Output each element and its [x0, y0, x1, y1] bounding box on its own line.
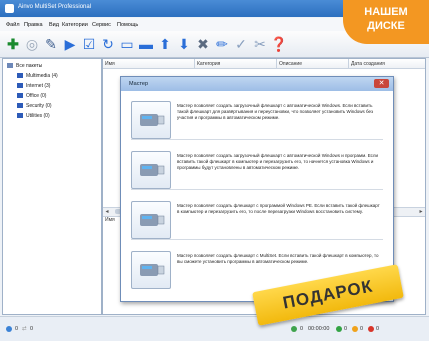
wizard-dialog: Мастер ✕ Мастер позволяет создать загруз… [120, 76, 394, 302]
disc-badge: НАШЕМ ДИСКЕ [343, 0, 429, 44]
menu-categories[interactable]: Категории [62, 22, 88, 28]
wizard-option-button[interactable] [131, 101, 171, 139]
usb-drive-icon [140, 114, 165, 126]
checkbox-icon[interactable]: ☑ [81, 36, 97, 52]
tree-label: Security (0) [26, 102, 52, 109]
status-count-b: 0 [30, 326, 34, 332]
wizard-option-windows-and-programs[interactable]: Мастер позволяет создать загрузочный фле… [131, 149, 383, 190]
tree-label: Все пакеты [16, 62, 43, 69]
wizard-option-button[interactable] [131, 201, 171, 239]
column-header-date[interactable]: Дата создания [349, 59, 425, 69]
folder-icon [17, 73, 23, 78]
usb-drive-icon [140, 214, 165, 226]
tree-item-security[interactable]: Security (0) [17, 102, 52, 109]
tree-label: Multimedia (4) [26, 72, 58, 79]
wizard-option-bootable-windows[interactable]: Мастер позволяет создать загрузочный фле… [131, 99, 383, 140]
wizard-option-text: Мастер позволяет создать флешкарт с прог… [177, 203, 380, 214]
status-ok-count: 0 [344, 326, 348, 332]
tree-item-multimedia[interactable]: Multimedia (4) [17, 72, 58, 79]
tree-item-internet[interactable]: Internet (3) [17, 82, 50, 89]
usb-drive-icon [140, 264, 165, 276]
app-icon [5, 4, 14, 13]
status-zero: 0 [300, 326, 304, 332]
status-bar: 0 ⇄ 0 0 00:00:00 0 0 0 [0, 316, 429, 341]
add-icon[interactable]: ✚ [5, 36, 21, 52]
screen-icon[interactable]: ▬ [138, 36, 154, 52]
disc-badge-line2: ДИСКЕ [367, 20, 405, 32]
wizard-option-windows-pe[interactable]: Мастер позволяет создать флешкарт с прог… [131, 199, 383, 240]
wizard-option-button[interactable] [131, 151, 171, 189]
monitor-icon[interactable]: ▭ [119, 36, 135, 52]
wrench-icon[interactable]: ✎ [43, 36, 59, 52]
info-icon [6, 326, 12, 332]
menu-edit[interactable]: Правка [24, 22, 43, 28]
lower-column-header-name[interactable]: Имя [103, 215, 115, 225]
arrow-up-icon[interactable]: ⬆ [157, 36, 173, 52]
error-icon [368, 326, 374, 332]
column-header-description[interactable]: Описание [277, 59, 349, 69]
tree-label: Office (0) [26, 92, 47, 99]
wizard-option-text: Мастер позволяет создать загрузочный фле… [177, 153, 379, 170]
status-count-a: 0 [15, 326, 19, 332]
column-header-category[interactable]: Категория [195, 59, 277, 69]
folder-icon [7, 63, 13, 68]
scroll-right-icon[interactable]: ▸ [417, 208, 425, 216]
menu-view[interactable]: Вид [49, 22, 59, 28]
check-icon[interactable]: ✓ [233, 36, 249, 52]
menu-help[interactable]: Помощь [117, 22, 138, 28]
ok-icon [336, 326, 342, 332]
window-title: Ainvo MultiSet Professional [18, 4, 92, 10]
arrow-down-icon[interactable]: ⬇ [176, 36, 192, 52]
play-icon[interactable]: ▶ [62, 36, 78, 52]
folder-icon [17, 103, 23, 108]
disc-badge-line1: НАШЕМ [364, 6, 408, 18]
status-time: 00:00:00 [308, 326, 330, 332]
tree-item-office[interactable]: Office (0) [17, 92, 46, 99]
refresh-icon[interactable]: ↻ [100, 36, 116, 52]
menu-file[interactable]: Файл [6, 22, 20, 28]
tree-item-all[interactable]: Все пакеты [7, 62, 42, 69]
wizard-option-button[interactable] [131, 251, 171, 289]
status-error-count: 0 [376, 326, 380, 332]
tools-icon[interactable]: ✂ [252, 36, 268, 52]
tree-item-utilities[interactable]: Utilities (0) [17, 112, 50, 119]
tree-label: Utilities (0) [26, 112, 50, 119]
folder-icon [17, 113, 23, 118]
dialog-title: Мастер [129, 81, 149, 87]
download-icon [291, 326, 297, 332]
delete-icon[interactable]: ✖ [195, 36, 211, 52]
pencil-icon[interactable]: ✏ [214, 36, 230, 52]
divider-icon: ⇄ [22, 326, 27, 332]
category-tree: Все пакеты Multimedia (4) Internet (3) O… [2, 58, 102, 315]
folder-icon [17, 93, 23, 98]
usb-drive-icon [140, 164, 165, 176]
globe-icon[interactable]: ◎ [24, 36, 40, 52]
warning-icon [352, 326, 358, 332]
folder-icon [17, 83, 23, 88]
help-icon[interactable]: ❓ [270, 36, 287, 52]
tree-label: Internet (3) [26, 82, 51, 89]
menu-service[interactable]: Сервис [92, 22, 111, 28]
column-header-name[interactable]: Имя [103, 59, 195, 69]
dialog-title-bar[interactable]: Мастер ✕ [121, 77, 393, 91]
wizard-option-text: Мастер позволяет создать флешкарт с Mult… [177, 253, 379, 264]
status-warning-count: 0 [360, 326, 364, 332]
wizard-option-text: Мастер позволяет создать загрузочный фле… [177, 103, 374, 120]
close-icon[interactable]: ✕ [374, 79, 389, 88]
